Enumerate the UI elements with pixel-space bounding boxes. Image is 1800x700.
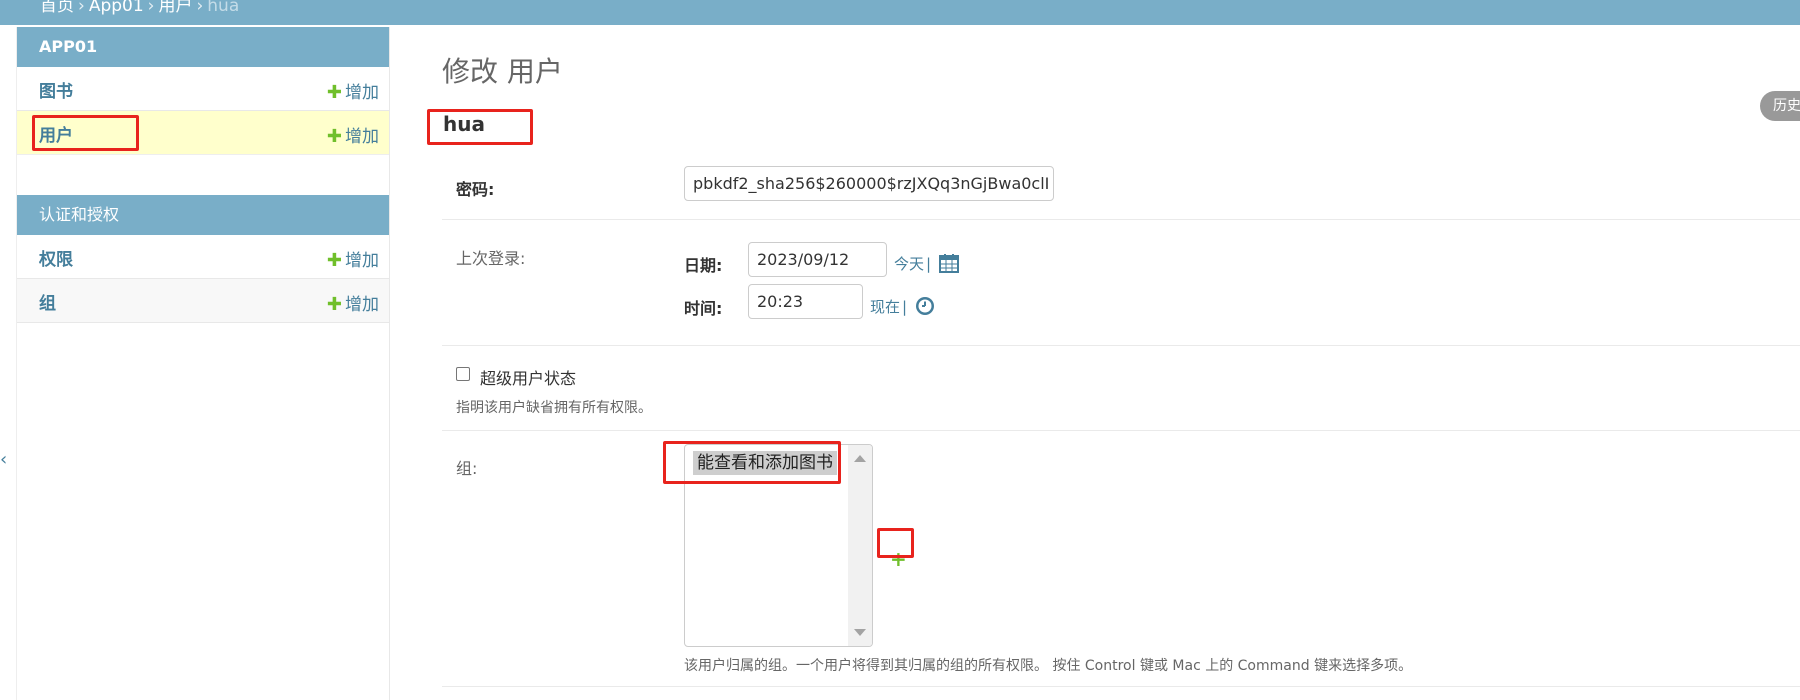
add-link-label: 增加 <box>345 251 379 271</box>
link-separator: | <box>926 255 932 273</box>
page-title: 修改 用户 <box>442 55 563 88</box>
plus-icon: ✚ <box>326 126 342 147</box>
password-field[interactable]: pbkdf2_sha256$260000$rzJXQq3nGjBwa0clI <box>684 166 1054 201</box>
link-separator: | <box>902 298 908 316</box>
divider <box>442 686 1800 687</box>
annotation-box <box>663 441 841 484</box>
scrollbar[interactable] <box>848 445 872 646</box>
add-link[interactable]: ✚ 增加 <box>327 122 379 147</box>
sidebar-item-groups: 组 ✚ 增加 <box>17 279 389 323</box>
plus-icon: ✚ <box>326 294 342 315</box>
module-caption-app01[interactable]: APP01 <box>17 27 389 67</box>
date-label: 日期: <box>684 256 723 275</box>
calendar-icon[interactable] <box>938 252 960 274</box>
scroll-up-icon[interactable] <box>854 455 866 462</box>
add-link-label: 增加 <box>345 127 379 147</box>
time-field[interactable]: 20:23 <box>748 284 863 319</box>
annotation-box <box>877 528 914 558</box>
divider <box>442 430 1800 431</box>
today-link[interactable]: 今天 <box>894 255 924 273</box>
add-link-label: 增加 <box>345 83 379 103</box>
breadcrumb-home-link[interactable]: 首页 <box>40 0 74 16</box>
divider <box>442 345 1800 346</box>
add-link[interactable]: ✚ 增加 <box>327 246 379 271</box>
annotation-box <box>32 115 139 151</box>
sidebar-item-label[interactable]: 权限 <box>39 245 73 270</box>
superuser-help-text: 指明该用户缺省拥有所有权限。 <box>456 400 652 416</box>
module-spacer <box>17 155 389 195</box>
groups-label: 组: <box>456 459 478 478</box>
superuser-label[interactable]: 超级用户状态 <box>480 365 576 389</box>
main-content: 修改 用户 hua 历史 密码: pbkdf2_sha256$260000$rz… <box>442 27 1800 700</box>
sidebar-collapse-toggle[interactable]: ‹ <box>0 449 7 470</box>
module-caption-auth[interactable]: 认证和授权 <box>17 195 389 235</box>
breadcrumb-current: hua <box>207 0 240 16</box>
breadcrumb-separator: › <box>78 0 85 16</box>
header-bar: 首页 › App01 › 用户 › hua <box>0 0 1800 25</box>
breadcrumb: 首页 › App01 › 用户 › hua <box>40 0 239 16</box>
breadcrumb-model-link[interactable]: 用户 <box>158 0 192 16</box>
sidebar-item-books: 图书 ✚ 增加 <box>17 67 389 111</box>
add-link-label: 增加 <box>345 295 379 315</box>
clock-icon[interactable] <box>914 295 936 317</box>
add-link[interactable]: ✚ 增加 <box>327 290 379 315</box>
breadcrumb-app-link[interactable]: App01 <box>89 0 144 16</box>
sidebar-item-permissions: 权限 ✚ 增加 <box>17 235 389 279</box>
sidebar-item-label[interactable]: 图书 <box>39 77 73 102</box>
now-shortcut: 现在 | <box>870 296 907 317</box>
breadcrumb-separator: › <box>147 0 155 16</box>
sidebar-item-label[interactable]: 组 <box>39 289 56 314</box>
scroll-down-icon[interactable] <box>854 629 866 636</box>
annotation-box <box>427 109 533 145</box>
now-link[interactable]: 现在 <box>870 298 900 316</box>
time-label: 时间: <box>684 299 723 318</box>
password-label: 密码: <box>456 180 495 199</box>
date-field[interactable]: 2023/09/12 <box>748 242 887 277</box>
breadcrumb-separator: › <box>196 0 204 16</box>
plus-icon: ✚ <box>326 250 342 271</box>
groups-help-text: 该用户归属的组。一个用户将得到其归属的组的所有权限。 按住 Control 键或… <box>684 658 1413 674</box>
plus-icon: ✚ <box>326 82 342 103</box>
last-login-label: 上次登录: <box>456 249 526 268</box>
add-link[interactable]: ✚ 增加 <box>327 78 379 103</box>
superuser-checkbox[interactable] <box>456 367 470 381</box>
divider <box>442 219 1800 220</box>
today-shortcut: 今天 | <box>894 253 931 274</box>
history-button[interactable]: 历史 <box>1760 91 1800 121</box>
